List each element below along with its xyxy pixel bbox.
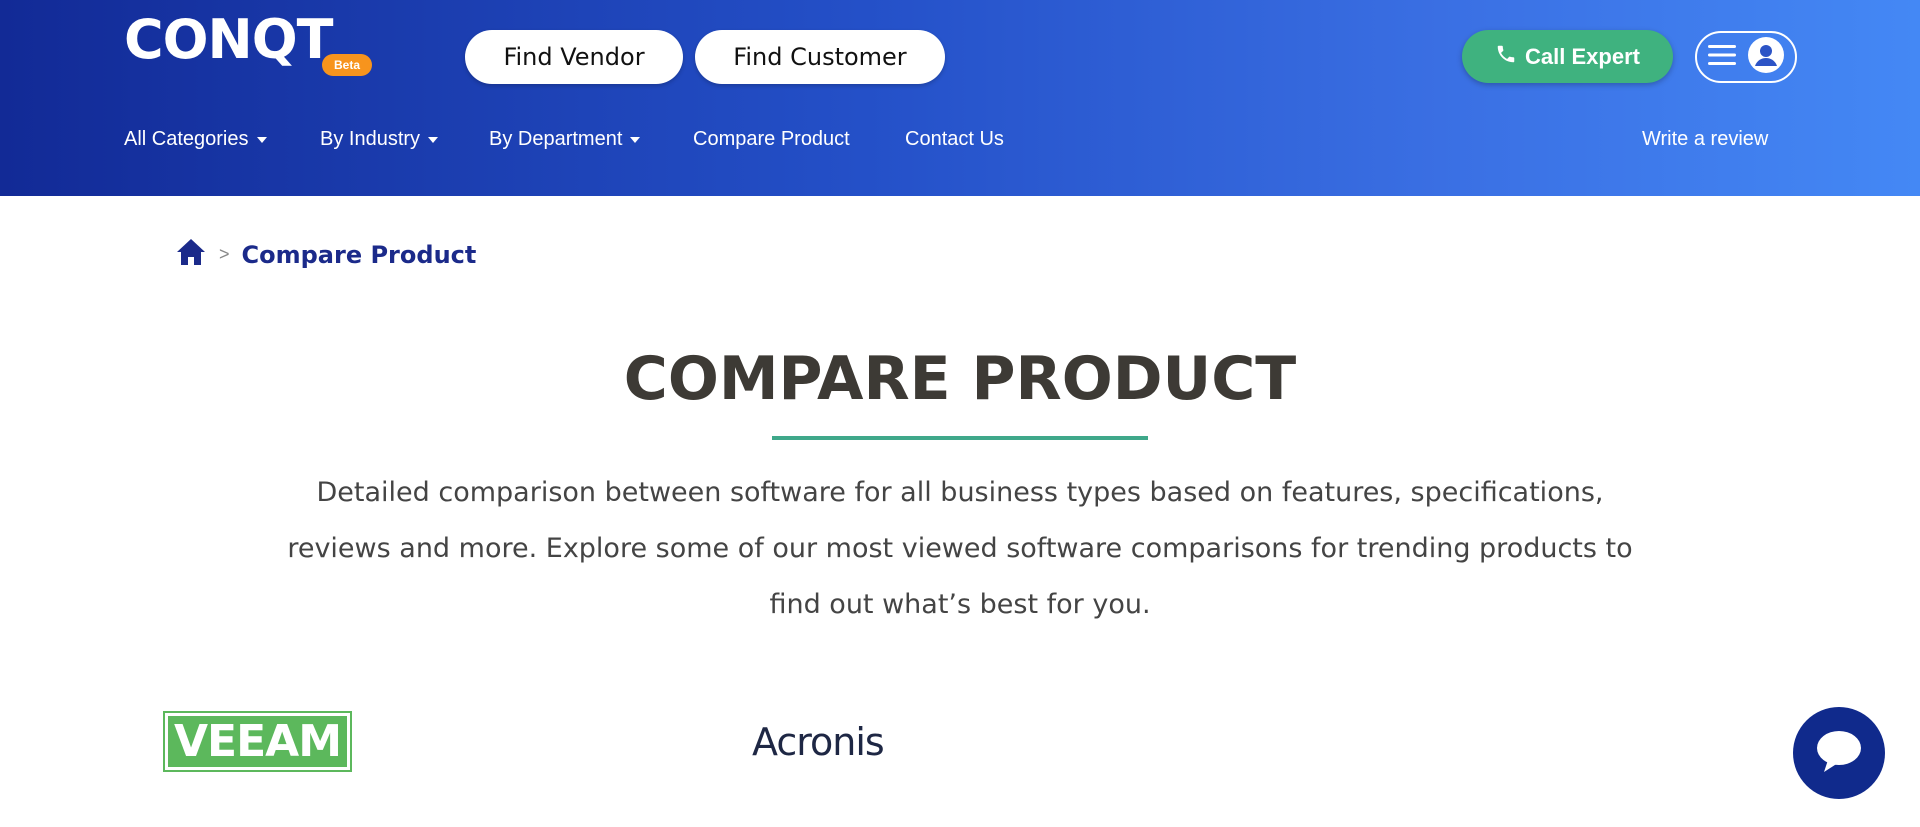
nav-all-categories[interactable]: All Categories xyxy=(124,128,267,151)
nav-by-industry-label: By Industry xyxy=(320,128,421,150)
caret-down-icon xyxy=(630,136,641,143)
nav-by-department[interactable]: By Department xyxy=(489,128,641,151)
find-customer-button[interactable]: Find Customer xyxy=(695,30,945,84)
phone-icon xyxy=(1495,43,1517,71)
nav-by-department-label: By Department xyxy=(489,128,623,150)
call-expert-button[interactable]: Call Expert xyxy=(1462,30,1673,83)
site-header: CONQT Beta Find Vendor Find Customer Cal… xyxy=(0,0,1920,196)
veeam-logo[interactable]: VEEAM xyxy=(163,711,352,772)
beta-badge: Beta xyxy=(322,54,373,76)
user-icon xyxy=(1748,36,1784,78)
account-menu-button[interactable] xyxy=(1695,31,1797,83)
acronis-logo[interactable]: Acronis xyxy=(752,720,885,764)
call-expert-label: Call Expert xyxy=(1525,43,1640,69)
breadcrumb-separator: > xyxy=(219,244,230,264)
nav-contact-us[interactable]: Contact Us xyxy=(905,128,1004,151)
nav-all-categories-label: All Categories xyxy=(124,128,249,150)
breadcrumb: > Compare Product xyxy=(175,236,476,273)
breadcrumb-current: Compare Product xyxy=(241,240,477,269)
caret-down-icon xyxy=(428,136,439,143)
nav-by-industry[interactable]: By Industry xyxy=(320,128,439,151)
home-icon[interactable] xyxy=(175,236,207,273)
chat-bubble-icon xyxy=(1814,728,1864,779)
nav-compare-product[interactable]: Compare Product xyxy=(693,128,850,151)
caret-down-icon xyxy=(256,136,267,143)
site-logo[interactable]: CONQT Beta xyxy=(124,8,384,80)
write-review-link[interactable]: Write a review xyxy=(1642,128,1768,151)
find-vendor-button[interactable]: Find Vendor xyxy=(465,30,683,84)
hamburger-icon xyxy=(1708,44,1736,71)
title-underline xyxy=(772,436,1148,440)
main-nav: All Categories By Industry By Department… xyxy=(0,128,1920,162)
page-description: Detailed comparison between software for… xyxy=(287,477,1633,620)
chat-button[interactable] xyxy=(1793,707,1885,799)
page-title: COMPARE PRODUCT xyxy=(623,344,1297,414)
